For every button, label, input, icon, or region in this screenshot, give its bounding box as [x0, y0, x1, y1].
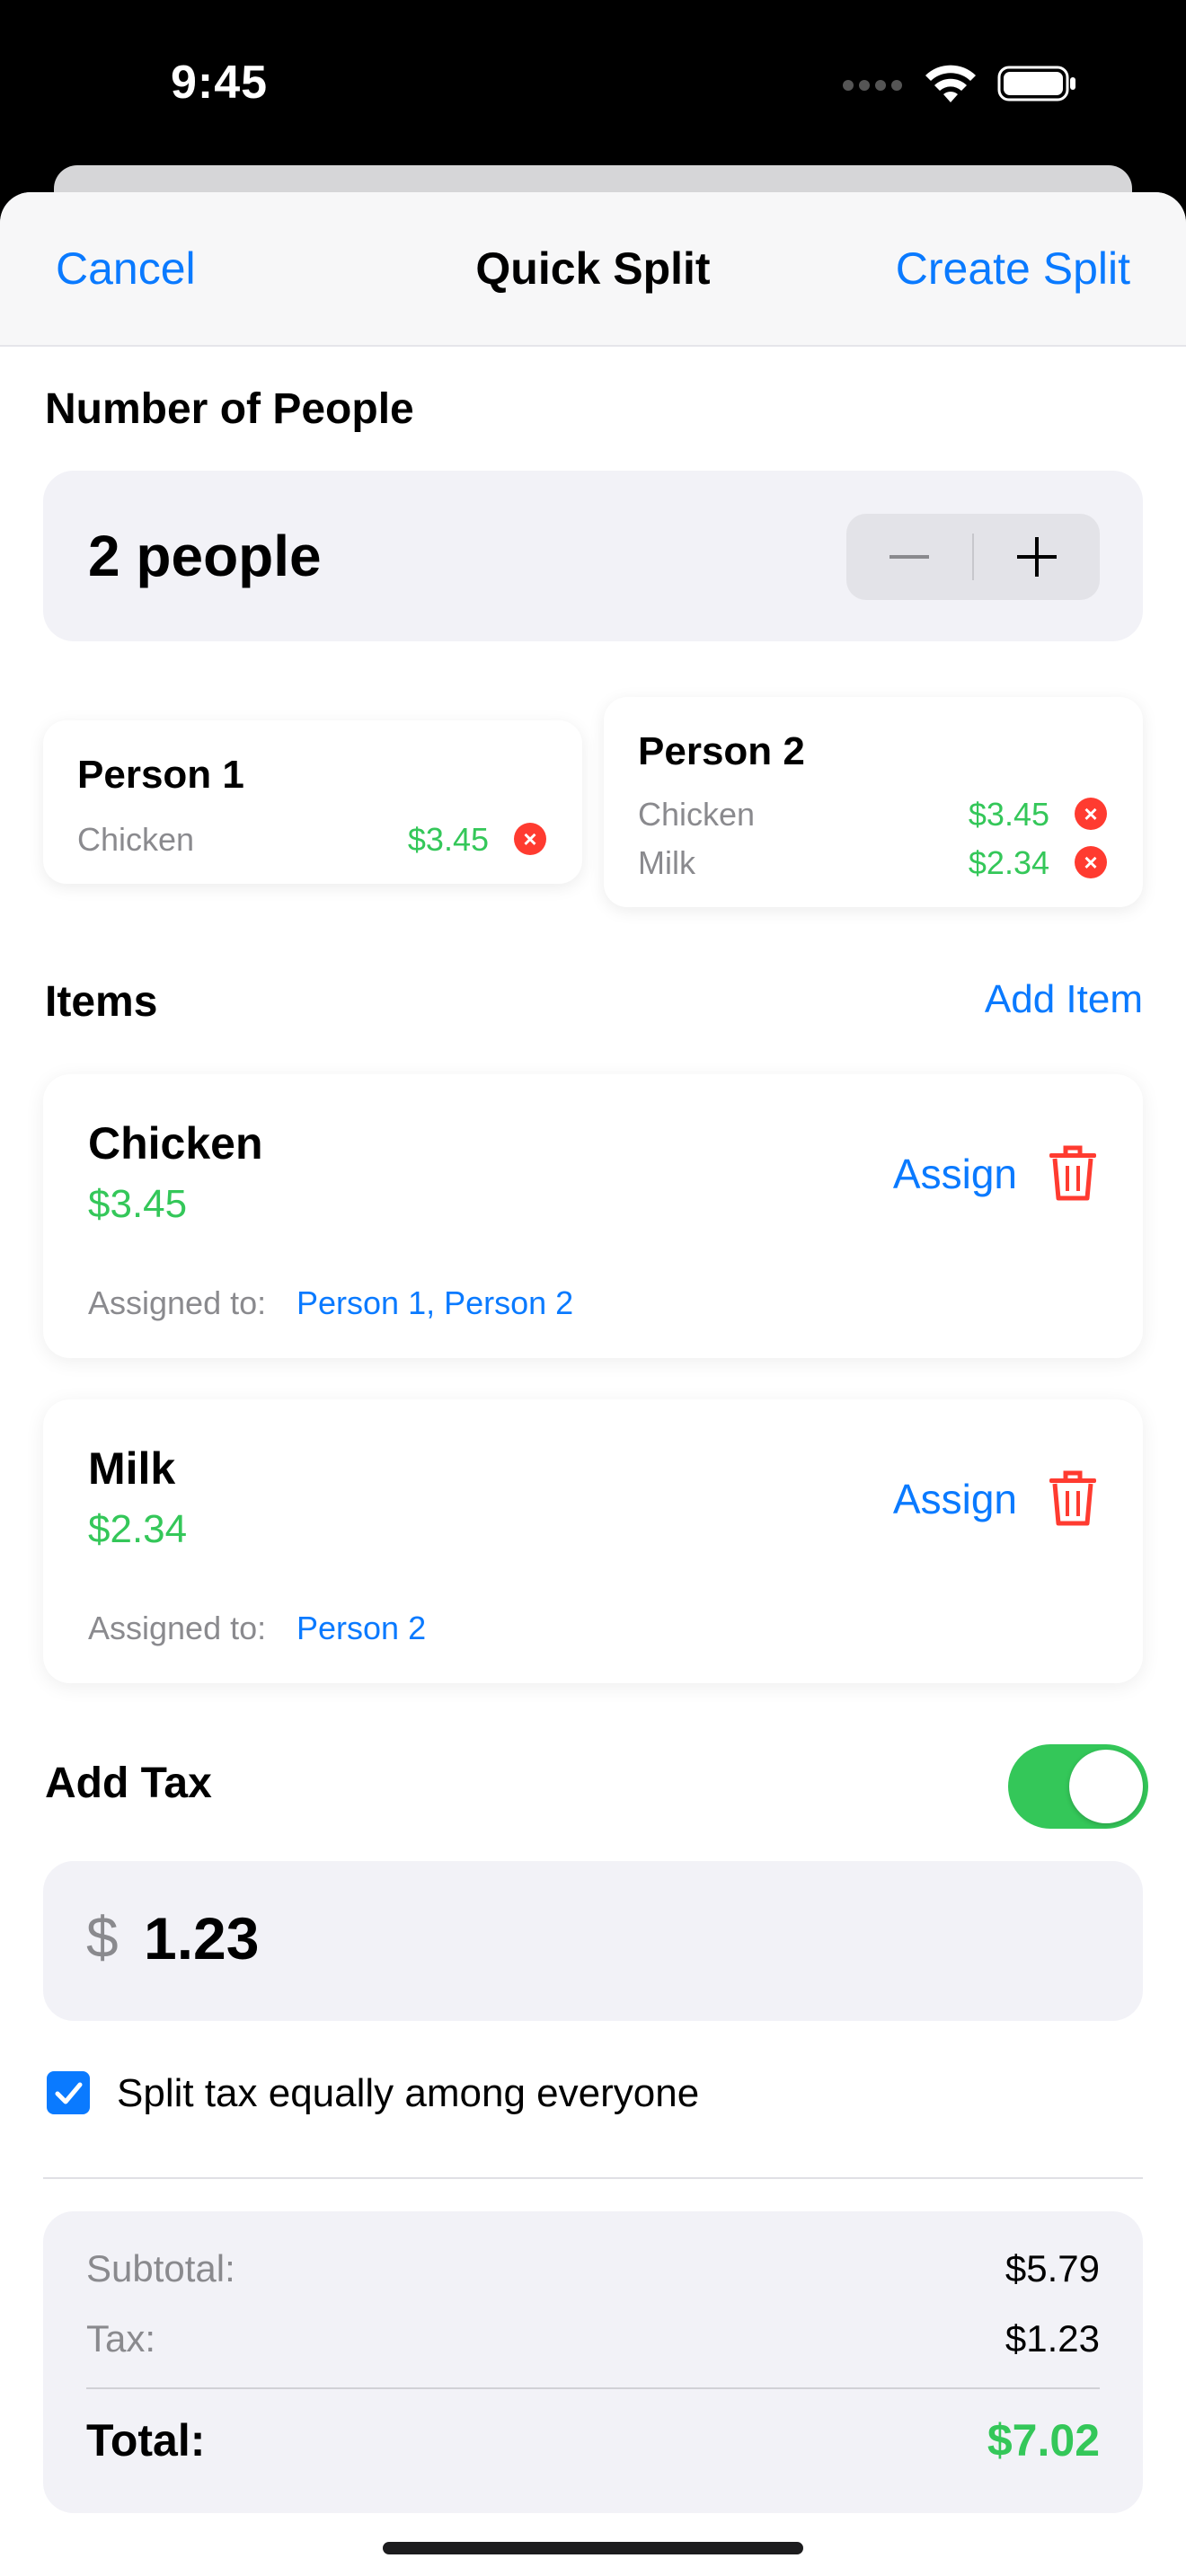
- assign-button[interactable]: Assign: [893, 1475, 1017, 1523]
- person-name: Person 1: [77, 753, 244, 797]
- items-label: Items: [45, 978, 158, 1026]
- decrement-button[interactable]: [846, 514, 972, 600]
- assigned-to-value[interactable]: Person 1, Person 2: [296, 1284, 573, 1322]
- remove-item-icon[interactable]: ×: [1075, 798, 1107, 830]
- status-bar: 9:45: [0, 0, 1186, 171]
- add-tax-toggle[interactable]: [1008, 1744, 1148, 1829]
- remove-item-icon[interactable]: ×: [514, 823, 546, 855]
- person-name: Person 2: [638, 729, 805, 773]
- total-label: Total:: [86, 2415, 206, 2466]
- add-item-button[interactable]: Add Item: [985, 977, 1143, 1022]
- wifi-icon: [925, 65, 976, 102]
- tax-amount-field[interactable]: $ 1.23: [43, 1861, 1143, 2021]
- person-item-price: $2.34: [968, 844, 1049, 881]
- nav-bar: Cancel Quick Split Create Split: [0, 192, 1186, 347]
- person-item-name: Milk: [638, 844, 695, 881]
- cellular-signal-icon: [843, 80, 902, 91]
- trash-icon[interactable]: [1048, 1144, 1098, 1202]
- add-tax-label: Add Tax: [45, 1760, 212, 1807]
- assigned-to-label: Assigned to:: [88, 1610, 267, 1646]
- section-divider: [43, 2177, 1143, 2179]
- tax-value: $1.23: [1005, 2317, 1100, 2360]
- people-count-card: 2 people: [43, 471, 1143, 641]
- person-card[interactable]: Person 2 Chicken $3.45 × Milk $2.34 ×: [604, 697, 1143, 907]
- split-tax-label[interactable]: Split tax equally among everyone: [117, 2071, 699, 2116]
- assign-button[interactable]: Assign: [893, 1150, 1017, 1198]
- item-name: Milk: [88, 1443, 176, 1494]
- create-split-button[interactable]: Create Split: [896, 243, 1130, 295]
- quick-split-sheet: Cancel Quick Split Create Split Number o…: [0, 192, 1186, 2576]
- person-item-name: Chicken: [77, 821, 195, 858]
- item-card: Milk $2.34 Assign Assigned to: Person 2: [43, 1399, 1143, 1683]
- increment-button[interactable]: [974, 514, 1100, 600]
- battery-icon: [997, 66, 1075, 101]
- toggle-knob: [1069, 1750, 1143, 1823]
- split-tax-checkbox[interactable]: [47, 2071, 90, 2114]
- item-card: Chicken $3.45 Assign Assigned to: Person…: [43, 1074, 1143, 1358]
- status-icons: [841, 63, 1078, 104]
- people-stepper: [846, 514, 1100, 600]
- person-card[interactable]: Person 1 Chicken $3.45 ×: [43, 720, 582, 884]
- subtotal-value: $5.79: [1005, 2247, 1100, 2289]
- subtotal-label: Subtotal:: [86, 2247, 235, 2289]
- item-price: $3.45: [88, 1182, 188, 1226]
- trash-icon[interactable]: [1048, 1469, 1098, 1527]
- assigned-to-label: Assigned to:: [88, 1284, 267, 1321]
- person-item-price: $3.45: [407, 821, 489, 858]
- people-count: 2 people: [88, 524, 322, 588]
- currency-symbol: $: [86, 1905, 119, 1970]
- total-value: $7.02: [987, 2415, 1100, 2466]
- person-item-price: $3.45: [968, 796, 1049, 833]
- summary-card: Subtotal: $5.79 Tax: $1.23 Total: $7.02: [43, 2211, 1143, 2513]
- assigned-to-value[interactable]: Person 2: [296, 1610, 426, 1647]
- person-item-name: Chicken: [638, 796, 756, 833]
- remove-item-icon[interactable]: ×: [1075, 846, 1107, 878]
- summary-divider: [86, 2387, 1100, 2389]
- plus-icon: [1017, 537, 1057, 577]
- home-indicator: [383, 2542, 803, 2554]
- checkmark-icon: [55, 2082, 83, 2104]
- item-price: $2.34: [88, 1507, 188, 1551]
- status-time: 9:45: [171, 57, 269, 109]
- tax-amount-input[interactable]: 1.23: [144, 1904, 259, 1972]
- minus-icon: [890, 555, 929, 559]
- item-name: Chicken: [88, 1118, 263, 1169]
- number-of-people-label: Number of People: [45, 385, 414, 433]
- tax-label: Tax:: [86, 2317, 156, 2360]
